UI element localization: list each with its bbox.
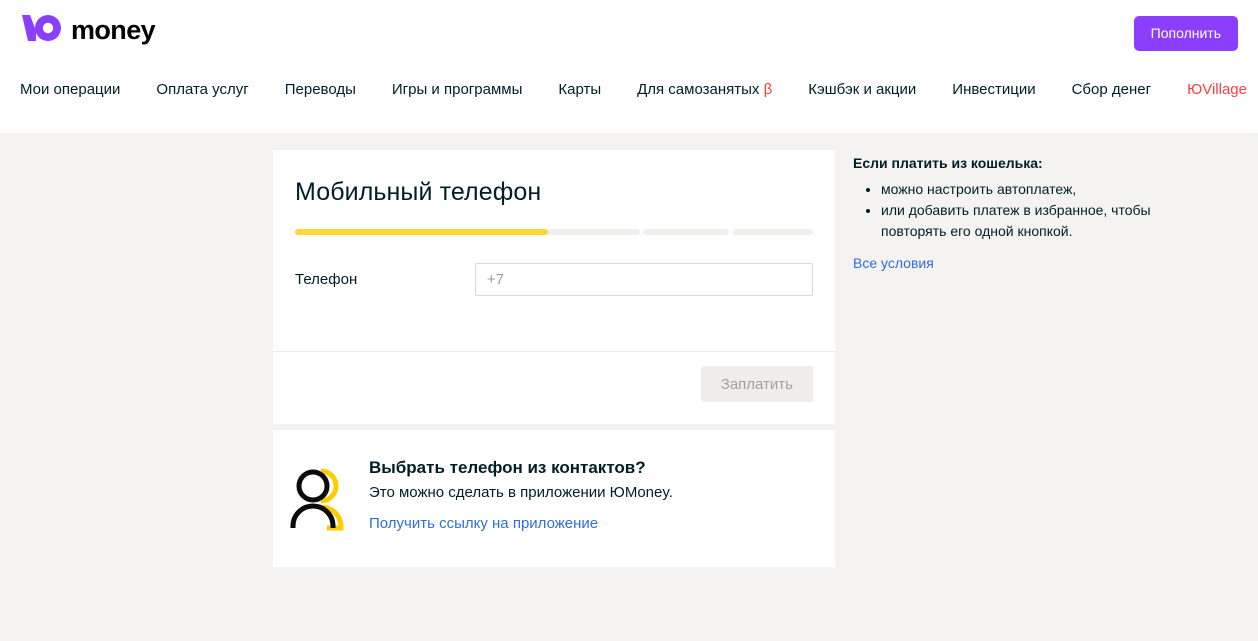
nav-item-self-employed[interactable]: Для самозанятых β (637, 80, 772, 100)
nav-item-transfers[interactable]: Переводы (285, 80, 356, 100)
site-header: money Пополнить Мои операции Оплата услу… (0, 0, 1258, 133)
two-people-contacts-icon (289, 458, 351, 536)
beta-badge: β (763, 81, 773, 98)
nav-item-label: Игры и программы (391, 81, 523, 98)
nav-item-cards[interactable]: Карты (558, 80, 601, 100)
contacts-card-title: Выбрать телефон из контактов? (369, 458, 646, 477)
logo-wordmark: money (71, 15, 156, 45)
contacts-card-text: Выбрать телефон из контактов? Это можно … (369, 458, 673, 536)
topup-button[interactable]: Пополнить (1133, 16, 1238, 51)
logo[interactable]: money (20, 13, 156, 48)
nav-item-investments[interactable]: Инвестиции (952, 80, 1035, 100)
yoomoney-yu-logo-icon (20, 13, 62, 48)
card-header: Мобильный телефон (273, 150, 835, 235)
nav-item-games-and-programs[interactable]: Игры и программы (392, 80, 522, 100)
progress-segment-3 (731, 229, 813, 235)
page-body: Мобильный телефон Телефон Заплатить (0, 133, 1258, 641)
progress-segment-1 (295, 229, 641, 235)
pay-button[interactable]: Заплатить (700, 366, 813, 402)
main-navigation: Мои операции Оплата услуг Переводы Игры … (20, 80, 1247, 100)
nav-item-label: Переводы (284, 81, 356, 98)
list-item: или добавить платеж в избранное, чтобы п… (881, 200, 1183, 241)
nav-item-label: Оплата услуг (156, 81, 249, 98)
nav-item-label: ЮVillage (1187, 81, 1247, 98)
nav-item-services-payment[interactable]: Оплата услуг (156, 80, 248, 100)
all-conditions-link[interactable]: Все условия (853, 255, 934, 271)
get-app-link[interactable]: Получить ссылку на приложение (369, 515, 598, 532)
mobile-phone-payment-card: Мобильный телефон Телефон Заплатить (273, 150, 835, 424)
card-footer: Заплатить (273, 351, 835, 424)
progress-segment-2 (643, 229, 729, 235)
phone-form-row: Телефон (295, 263, 813, 296)
nav-item-yuvillage[interactable]: ЮVillage (1187, 80, 1247, 100)
nav-item-label: Инвестиции (952, 81, 1036, 98)
nav-item-label: Кэшбэк и акции (808, 81, 917, 98)
nav-item-label: Сбор денег (1071, 81, 1152, 98)
wallet-info-sidebar: Если платить из кошелька: можно настроит… (853, 155, 1183, 273)
phone-input[interactable] (474, 263, 813, 296)
contacts-card-subtitle: Это можно сделать в приложении ЮMoney. (369, 484, 673, 501)
page-title: Мобильный телефон (295, 178, 542, 206)
nav-item-label: Для самозанятых (637, 81, 760, 98)
step-progress-bar (295, 229, 813, 235)
sidebar-bullet-list: можно настроить автоплатеж, или добавить… (853, 179, 1183, 241)
nav-item-my-operations[interactable]: Мои операции (20, 80, 120, 100)
sidebar-title: Если платить из кошелька: (853, 155, 1043, 171)
nav-item-label: Карты (558, 81, 602, 98)
choose-from-contacts-card: Выбрать телефон из контактов? Это можно … (273, 430, 835, 567)
list-item: можно настроить автоплатеж, (881, 179, 1183, 199)
payment-form: Телефон (273, 235, 835, 351)
nav-item-cashback-and-promos[interactable]: Кэшбэк и акции (808, 80, 916, 100)
phone-field-label: Телефон (295, 271, 358, 288)
nav-item-money-collection[interactable]: Сбор денег (1072, 80, 1151, 100)
nav-item-label: Мои операции (20, 81, 121, 98)
